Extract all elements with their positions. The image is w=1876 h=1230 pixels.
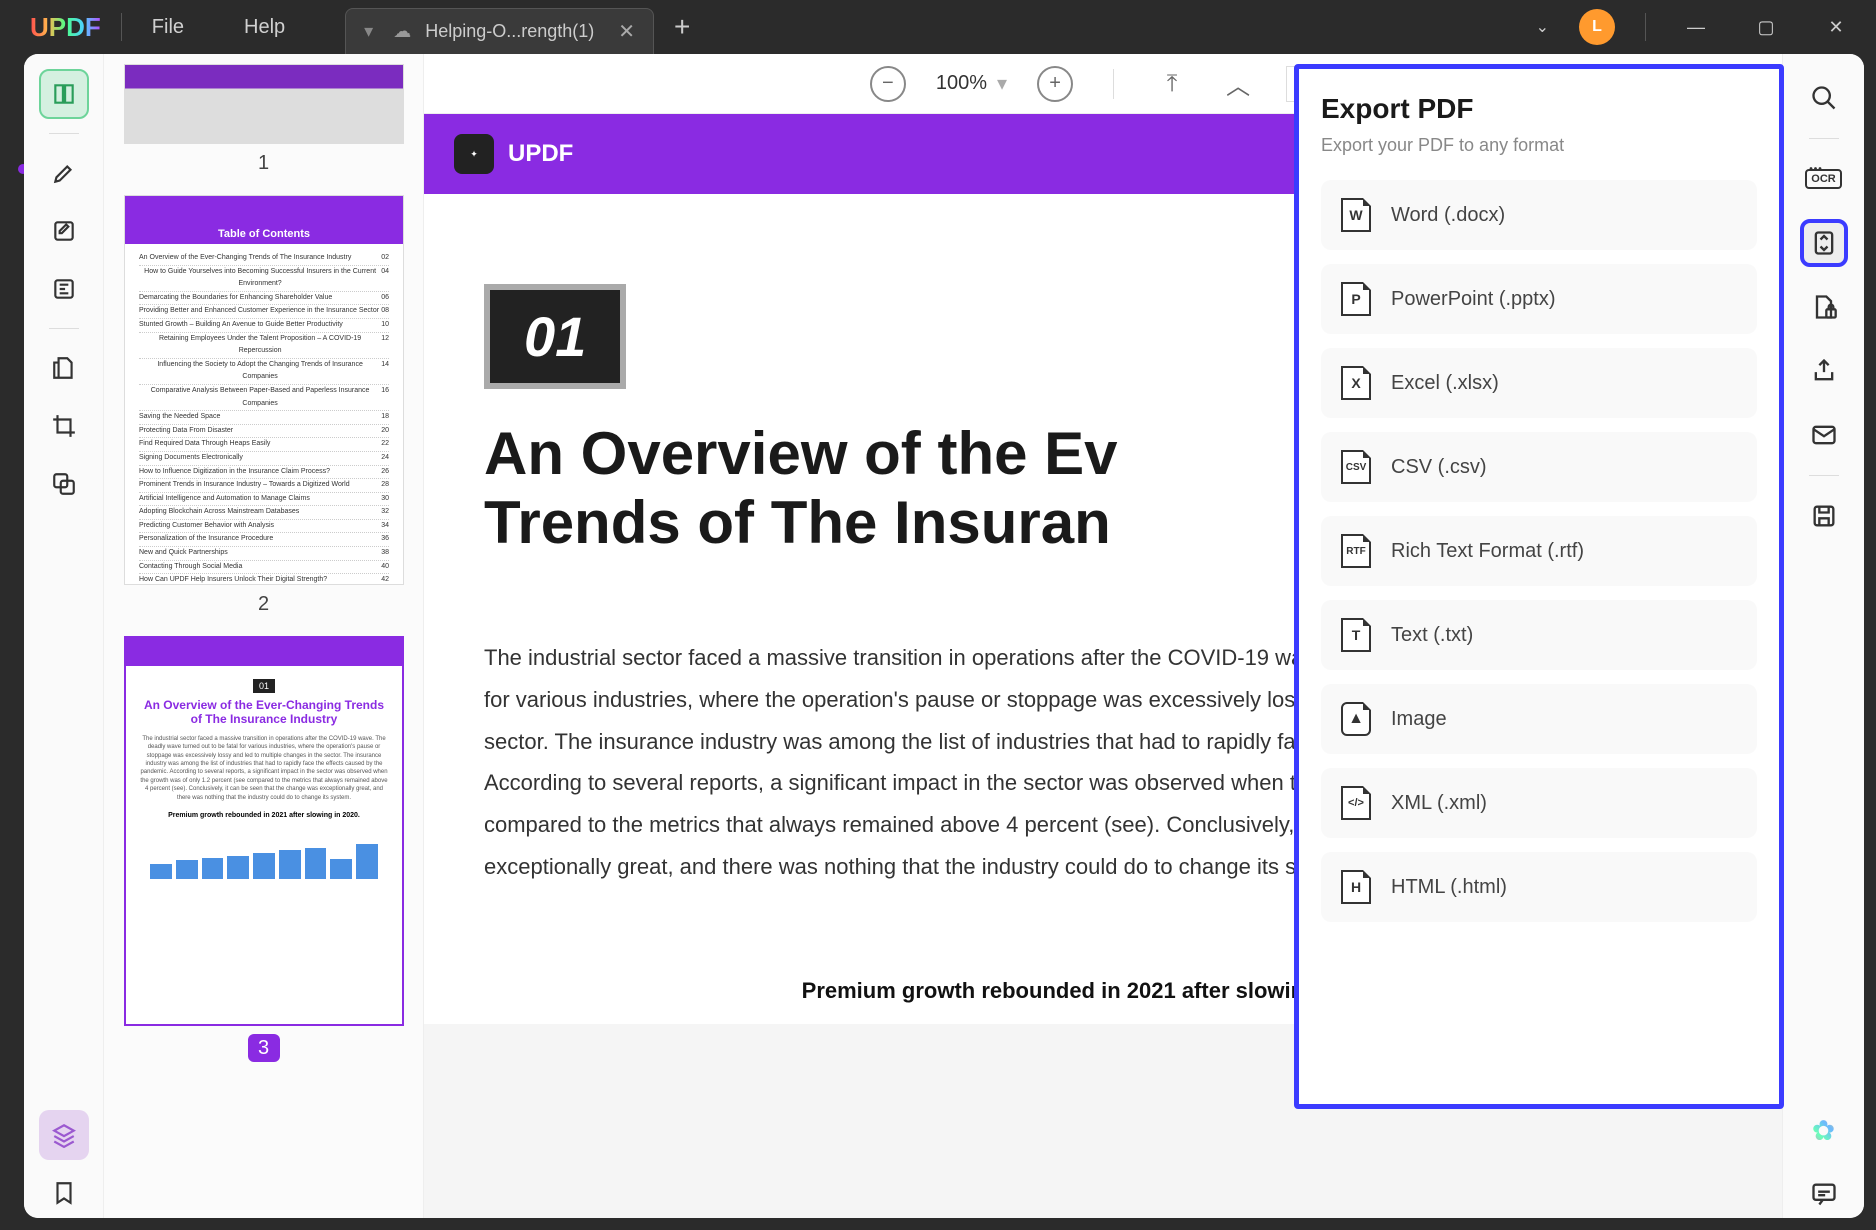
chapter-badge: 01 bbox=[484, 284, 626, 389]
thumb-number-active: 3 bbox=[248, 1034, 280, 1062]
document-tab[interactable]: ▾ ☁ Helping-O...rength(1) ✕ bbox=[345, 8, 654, 54]
add-tab-button[interactable]: + bbox=[674, 11, 690, 43]
export-excel[interactable]: XExcel (.xlsx) bbox=[1321, 348, 1757, 418]
tab-dropdown-icon[interactable]: ▾ bbox=[364, 21, 373, 42]
thumb-number: 2 bbox=[124, 593, 403, 616]
export-rtf[interactable]: RTFRich Text Format (.rtf) bbox=[1321, 516, 1757, 586]
export-pdf-panel: Export PDF Export your PDF to any format… bbox=[1294, 64, 1784, 1109]
chapter-title-thumb: An Overview of the Ever-Changing Trends … bbox=[140, 698, 388, 727]
thumb-number: 1 bbox=[124, 152, 403, 175]
text-tool[interactable] bbox=[39, 264, 89, 314]
edit-tool[interactable] bbox=[39, 206, 89, 256]
ai-assistant-button[interactable]: ✿ bbox=[1800, 1106, 1848, 1154]
prev-page-button[interactable]: ︿ bbox=[1220, 66, 1256, 102]
menu-help[interactable]: Help bbox=[244, 16, 285, 39]
cloud-icon: ☁ bbox=[393, 21, 411, 42]
zoom-out-button[interactable]: − bbox=[870, 66, 906, 102]
export-html[interactable]: HHTML (.html) bbox=[1321, 852, 1757, 922]
comment-button[interactable] bbox=[1800, 1170, 1848, 1218]
first-page-button[interactable]: ⤒ bbox=[1154, 66, 1190, 102]
zoom-dropdown-icon[interactable]: ▾ bbox=[997, 71, 1007, 96]
reader-tool[interactable] bbox=[39, 69, 89, 119]
menu-file[interactable]: File bbox=[152, 16, 184, 39]
layers-tool[interactable] bbox=[39, 1110, 89, 1160]
export-xml[interactable]: </>XML (.xml) bbox=[1321, 768, 1757, 838]
search-button[interactable] bbox=[1800, 74, 1848, 122]
dropdown-icon[interactable]: ⌄ bbox=[1536, 17, 1549, 37]
export-powerpoint[interactable]: PPowerPoint (.pptx) bbox=[1321, 264, 1757, 334]
pages-tool[interactable] bbox=[39, 343, 89, 393]
right-toolbar: •••OCR ✿ bbox=[1782, 54, 1864, 1218]
app-logo: UPDF bbox=[30, 12, 101, 43]
thumbnail-3[interactable]: 01 An Overview of the Ever-Changing Tren… bbox=[124, 636, 403, 1062]
save-button[interactable] bbox=[1800, 492, 1848, 540]
titlebar: UPDF File Help ▾ ☁ Helping-O...rength(1)… bbox=[0, 0, 1876, 54]
export-image[interactable]: ▲Image bbox=[1321, 684, 1757, 754]
chapter-badge-thumb: 01 bbox=[253, 679, 275, 693]
export-panel-subtitle: Export your PDF to any format bbox=[1321, 135, 1757, 156]
zoom-in-button[interactable]: + bbox=[1037, 66, 1073, 102]
thumbnail-panel: 1 Table of Contents An Overview of the E… bbox=[104, 54, 424, 1218]
ocr-button[interactable]: •••OCR bbox=[1800, 155, 1848, 203]
thumbnail-2[interactable]: Table of Contents An Overview of the Eve… bbox=[124, 195, 403, 616]
tab-title: Helping-O...rength(1) bbox=[425, 21, 594, 42]
close-window-button[interactable]: ✕ bbox=[1816, 17, 1856, 38]
zoom-value[interactable]: 100% bbox=[936, 72, 987, 95]
compare-tool[interactable] bbox=[39, 459, 89, 509]
email-button[interactable] bbox=[1800, 411, 1848, 459]
close-tab-icon[interactable]: ✕ bbox=[618, 19, 635, 44]
export-pdf-button[interactable] bbox=[1800, 219, 1848, 267]
export-word[interactable]: WWord (.docx) bbox=[1321, 180, 1757, 250]
maximize-button[interactable]: ▢ bbox=[1746, 17, 1786, 38]
bookmark-tool[interactable] bbox=[39, 1168, 89, 1218]
highlight-tool[interactable] bbox=[39, 148, 89, 198]
toc-title: Table of Contents bbox=[125, 224, 403, 244]
export-text[interactable]: TText (.txt) bbox=[1321, 600, 1757, 670]
share-button[interactable] bbox=[1800, 347, 1848, 395]
updf-logo-small: ✦ bbox=[454, 134, 494, 174]
minimize-button[interactable]: — bbox=[1676, 17, 1716, 38]
user-avatar[interactable]: L bbox=[1579, 9, 1615, 45]
export-panel-title: Export PDF bbox=[1321, 93, 1757, 125]
doc-brand: UPDF bbox=[508, 140, 573, 168]
export-csv[interactable]: CSVCSV (.csv) bbox=[1321, 432, 1757, 502]
thumbnail-1[interactable]: 1 bbox=[124, 64, 403, 175]
protect-button[interactable] bbox=[1800, 283, 1848, 331]
left-toolbar bbox=[24, 54, 104, 1218]
crop-tool[interactable] bbox=[39, 401, 89, 451]
